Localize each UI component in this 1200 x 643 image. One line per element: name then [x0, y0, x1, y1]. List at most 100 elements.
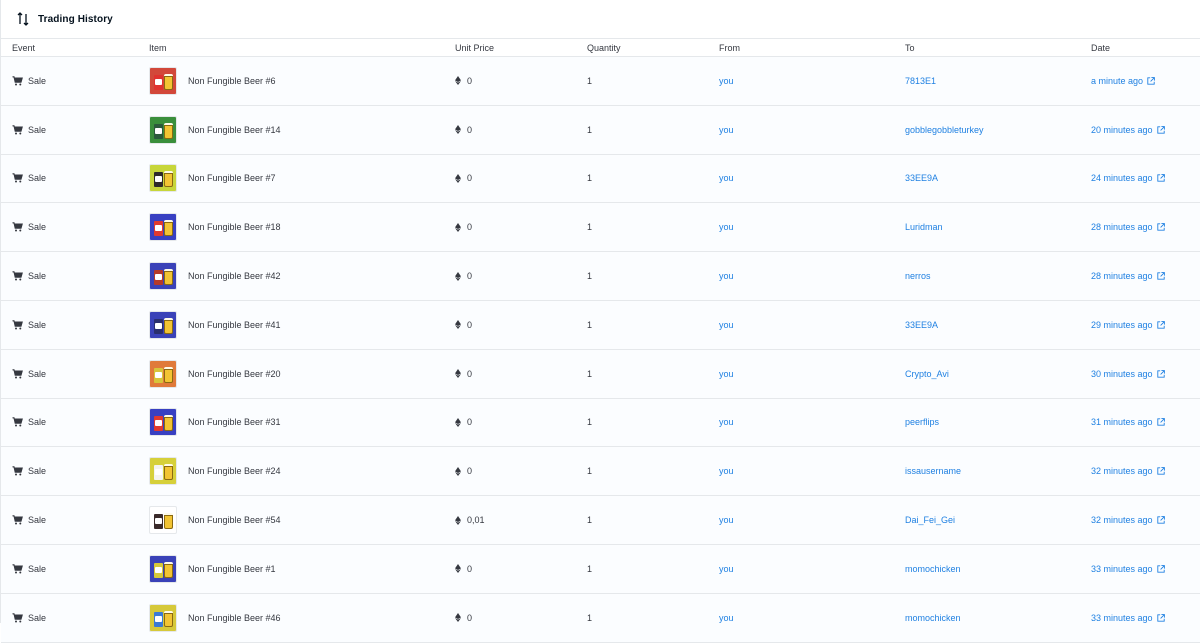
to-link[interactable]: Luridman: [905, 222, 943, 232]
date-text[interactable]: 32 minutes ago: [1091, 515, 1153, 525]
to-link[interactable]: 7813E1: [905, 76, 936, 86]
item-thumbnail[interactable]: [149, 66, 177, 95]
date-text[interactable]: 29 minutes ago: [1091, 320, 1153, 330]
item-name[interactable]: Non Fungible Beer #6: [188, 76, 276, 86]
from-link[interactable]: you: [719, 222, 734, 232]
item-name[interactable]: Non Fungible Beer #41: [188, 320, 281, 330]
item-thumbnail[interactable]: [149, 262, 177, 291]
from-link[interactable]: you: [719, 515, 734, 525]
date-link[interactable]: 33 minutes ago: [1091, 564, 1165, 574]
from-link[interactable]: you: [719, 76, 734, 86]
item-cell[interactable]: Non Fungible Beer #41: [149, 310, 281, 339]
item-cell[interactable]: Non Fungible Beer #18: [149, 213, 281, 242]
to-link[interactable]: momochicken: [905, 613, 961, 623]
date-link[interactable]: 29 minutes ago: [1091, 320, 1165, 330]
item-cell[interactable]: Non Fungible Beer #24: [149, 457, 281, 486]
external-link-icon[interactable]: [1156, 418, 1165, 427]
item-thumbnail[interactable]: [149, 213, 177, 242]
from-link[interactable]: you: [719, 613, 734, 623]
external-link-icon[interactable]: [1156, 613, 1165, 622]
date-link[interactable]: 31 minutes ago: [1091, 417, 1165, 427]
external-link-icon[interactable]: [1156, 516, 1165, 524]
date-link[interactable]: 24 minutes ago: [1091, 173, 1165, 183]
item-cell[interactable]: Non Fungible Beer #7: [149, 164, 276, 193]
item-thumbnail[interactable]: [149, 115, 177, 144]
to-link[interactable]: Dai_Fei_Gei: [905, 515, 955, 525]
to-link[interactable]: peerflips: [905, 417, 939, 427]
external-link-icon[interactable]: [1156, 565, 1165, 573]
item-cell[interactable]: Non Fungible Beer #6: [149, 66, 276, 95]
date-link[interactable]: 28 minutes ago: [1091, 222, 1165, 232]
date-link[interactable]: 33 minutes ago: [1091, 613, 1165, 623]
to-link[interactable]: 33EE9A: [905, 173, 938, 183]
from-link[interactable]: you: [719, 466, 734, 476]
item-cell[interactable]: Non Fungible Beer #46: [149, 603, 281, 632]
event-cell: Sale: [12, 369, 46, 379]
date-link[interactable]: 32 minutes ago: [1091, 466, 1165, 476]
item-cell[interactable]: Non Fungible Beer #1: [149, 554, 276, 583]
to-link[interactable]: Crypto_Avi: [905, 369, 949, 379]
item-name[interactable]: Non Fungible Beer #20: [188, 369, 281, 379]
from-link[interactable]: you: [719, 125, 734, 135]
date-text[interactable]: 32 minutes ago: [1091, 466, 1153, 476]
to-link[interactable]: gobblegobbleturkey: [905, 125, 984, 135]
to-link[interactable]: momochicken: [905, 564, 961, 574]
beer-glass-image: [164, 466, 173, 481]
date-link[interactable]: 30 minutes ago: [1091, 369, 1165, 379]
date-text[interactable]: 24 minutes ago: [1091, 173, 1153, 183]
item-name[interactable]: Non Fungible Beer #7: [188, 173, 276, 183]
date-text[interactable]: 31 minutes ago: [1091, 417, 1153, 427]
item-name[interactable]: Non Fungible Beer #54: [188, 515, 281, 525]
date-text[interactable]: 33 minutes ago: [1091, 613, 1153, 623]
external-link-icon[interactable]: [1156, 369, 1165, 378]
from-link[interactable]: you: [719, 271, 734, 281]
date-link[interactable]: 28 minutes ago: [1091, 271, 1165, 281]
item-thumbnail[interactable]: [149, 310, 177, 339]
date-text[interactable]: 30 minutes ago: [1091, 369, 1153, 379]
from-link[interactable]: you: [719, 320, 734, 330]
to-link[interactable]: nerros: [905, 271, 931, 281]
item-name[interactable]: Non Fungible Beer #46: [188, 613, 281, 623]
date-link[interactable]: a minute ago: [1091, 76, 1155, 86]
to-link[interactable]: issausername: [905, 466, 961, 476]
item-name[interactable]: Non Fungible Beer #1: [188, 564, 276, 574]
to-link[interactable]: 33EE9A: [905, 320, 938, 330]
item-cell[interactable]: Non Fungible Beer #20: [149, 359, 281, 388]
external-link-icon[interactable]: [1156, 223, 1165, 231]
date-link[interactable]: 32 minutes ago: [1091, 515, 1165, 525]
item-thumbnail[interactable]: [149, 506, 177, 535]
item-thumbnail[interactable]: [149, 554, 177, 583]
item-thumbnail[interactable]: [149, 408, 177, 437]
from-link[interactable]: you: [719, 369, 734, 379]
external-link-icon[interactable]: [1147, 77, 1155, 85]
date-text[interactable]: 20 minutes ago: [1091, 125, 1153, 135]
date-text[interactable]: 33 minutes ago: [1091, 564, 1153, 574]
date-text[interactable]: 28 minutes ago: [1091, 222, 1153, 232]
item-thumbnail[interactable]: [149, 359, 177, 388]
item-cell[interactable]: Non Fungible Beer #42: [149, 262, 281, 291]
date-text[interactable]: 28 minutes ago: [1091, 271, 1153, 281]
panel-header[interactable]: Trading History: [1, 0, 1200, 39]
item-thumbnail[interactable]: [149, 164, 177, 193]
from-link[interactable]: you: [719, 417, 734, 427]
item-cell[interactable]: Non Fungible Beer #54: [149, 506, 281, 535]
item-cell[interactable]: Non Fungible Beer #14: [149, 115, 281, 144]
from-link[interactable]: you: [719, 564, 734, 574]
item-name[interactable]: Non Fungible Beer #18: [188, 222, 281, 232]
event-label: Sale: [28, 124, 47, 135]
from-link[interactable]: you: [719, 173, 734, 183]
item-thumbnail[interactable]: [149, 603, 177, 632]
external-link-icon[interactable]: [1156, 272, 1165, 280]
external-link-icon[interactable]: [1156, 125, 1165, 134]
item-name[interactable]: Non Fungible Beer #14: [188, 125, 281, 135]
external-link-icon[interactable]: [1156, 467, 1165, 475]
item-name[interactable]: Non Fungible Beer #42: [188, 271, 281, 281]
item-thumbnail[interactable]: [149, 457, 177, 486]
item-cell[interactable]: Non Fungible Beer #31: [149, 408, 281, 437]
date-link[interactable]: 20 minutes ago: [1091, 125, 1165, 135]
item-name[interactable]: Non Fungible Beer #31: [188, 417, 281, 427]
date-text[interactable]: a minute ago: [1091, 76, 1143, 86]
external-link-icon[interactable]: [1156, 174, 1165, 183]
external-link-icon[interactable]: [1156, 321, 1165, 329]
item-name[interactable]: Non Fungible Beer #24: [188, 466, 281, 476]
